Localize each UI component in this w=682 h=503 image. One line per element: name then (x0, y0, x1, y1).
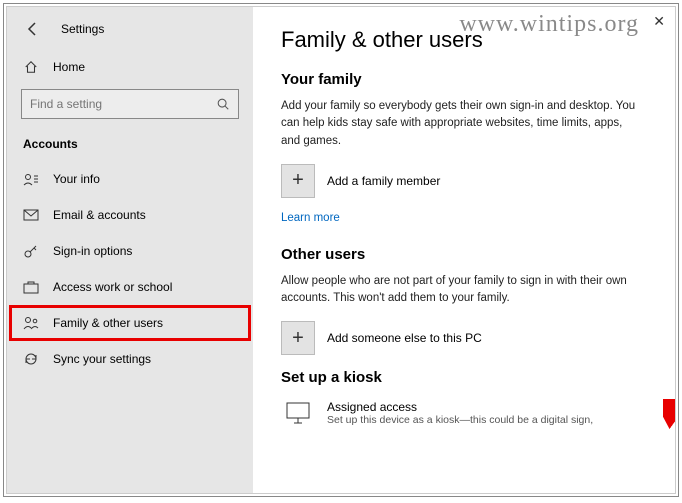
search-input[interactable] (30, 97, 200, 111)
briefcase-icon (23, 279, 39, 295)
sidebar-item-label: Family & other users (53, 316, 163, 330)
kiosk-heading: Set up a kiosk (281, 369, 641, 386)
sidebar-item-label: Your info (53, 172, 100, 186)
mail-icon (23, 207, 39, 223)
person-card-icon (23, 171, 39, 187)
plus-icon: + (281, 321, 315, 355)
sidebar: Settings Home Accounts Your info Email &… (7, 7, 253, 493)
annotation-arrow (663, 399, 675, 449)
sidebar-item-your-info[interactable]: Your info (7, 161, 253, 197)
home-icon (23, 59, 39, 75)
key-icon (23, 243, 39, 259)
home-nav[interactable]: Home (7, 51, 253, 83)
add-family-label: Add a family member (327, 174, 440, 188)
add-other-user-button[interactable]: + Add someone else to this PC (281, 321, 641, 355)
sidebar-item-label: Access work or school (53, 280, 172, 294)
sidebar-item-label: Sync your settings (53, 352, 151, 366)
plus-icon: + (281, 164, 315, 198)
watermark: www.wintips.org (459, 11, 639, 38)
home-label: Home (53, 60, 85, 74)
section-label: Accounts (7, 131, 253, 161)
sidebar-item-sync[interactable]: Sync your settings (7, 341, 253, 377)
assigned-access-row[interactable]: Assigned access Set up this device as a … (281, 396, 641, 430)
sidebar-item-work[interactable]: Access work or school (7, 269, 253, 305)
kiosk-sub: Set up this device as a kiosk—this could… (327, 414, 593, 426)
learn-more-link[interactable]: Learn more (281, 212, 340, 224)
sync-icon (23, 351, 39, 367)
close-button[interactable]: ✕ (653, 13, 665, 30)
other-users-heading: Other users (281, 246, 641, 263)
kiosk-name: Assigned access (327, 400, 593, 414)
family-heading: Your family (281, 71, 641, 88)
sidebar-item-family[interactable]: Family & other users (9, 305, 251, 341)
main-content: ✕ www.wintips.org Family & other users Y… (253, 7, 675, 493)
family-description: Add your family so everybody gets their … (281, 98, 641, 150)
other-users-description: Allow people who are not part of your fa… (281, 273, 641, 308)
search-icon (216, 97, 230, 111)
add-family-member-button[interactable]: + Add a family member (281, 164, 641, 198)
sidebar-item-signin[interactable]: Sign-in options (7, 233, 253, 269)
sidebar-item-email[interactable]: Email & accounts (7, 197, 253, 233)
back-button[interactable] (23, 19, 43, 39)
window-title: Settings (61, 22, 104, 36)
add-other-label: Add someone else to this PC (327, 331, 482, 345)
people-icon (23, 315, 39, 331)
sidebar-item-label: Email & accounts (53, 208, 146, 222)
search-box[interactable] (21, 89, 239, 119)
sidebar-item-label: Sign-in options (53, 244, 132, 258)
monitor-icon (281, 396, 315, 430)
